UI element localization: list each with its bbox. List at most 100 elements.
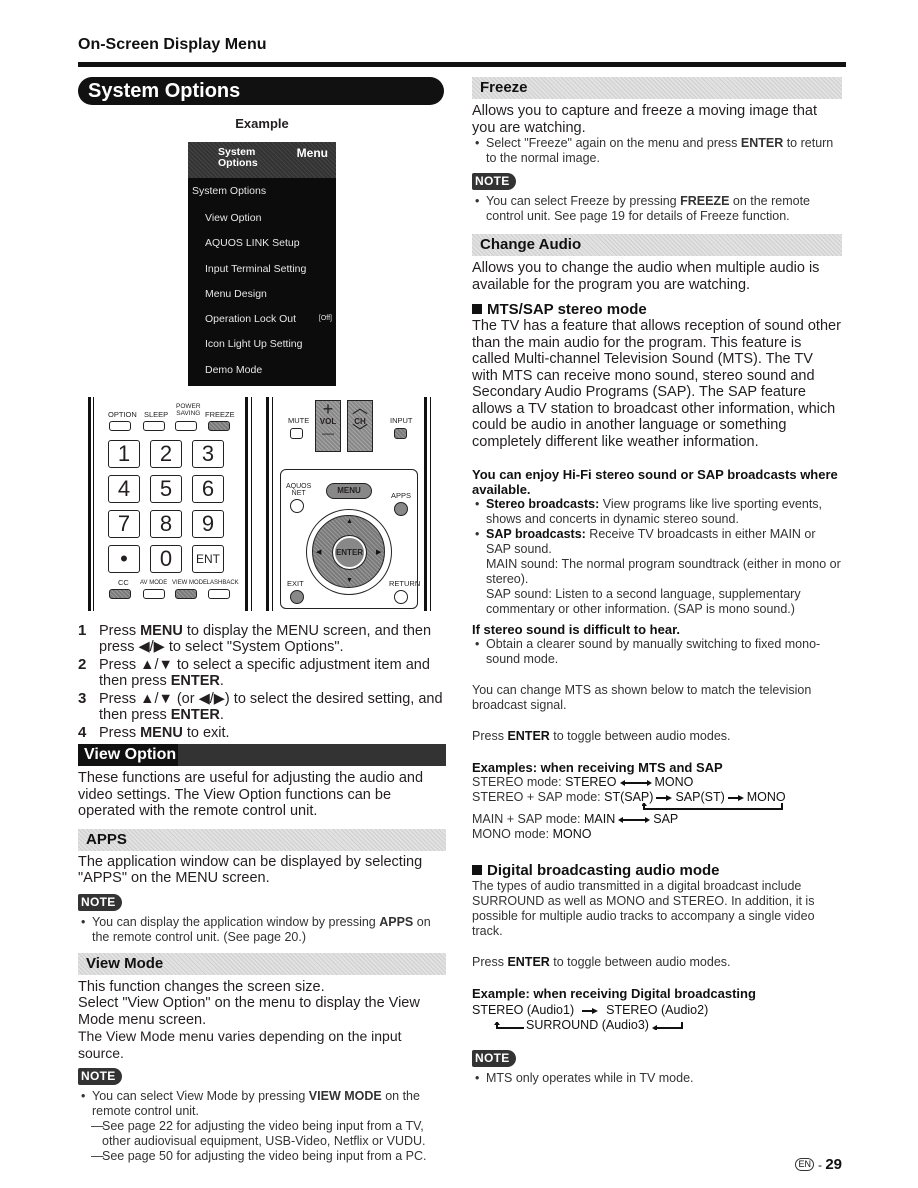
return-arrow-icon: [651, 1021, 683, 1030]
apps-note-text: You can display the application window b…: [92, 914, 380, 929]
difficult-heading: If stereo sound is difficult to hear.: [472, 622, 681, 637]
step-keyword: ENTER: [170, 673, 220, 689]
left-arrow-icon[interactable]: ◀: [316, 548, 321, 556]
flow-value: MAIN: [583, 812, 616, 826]
apps-note: You can display the application window b…: [78, 915, 446, 945]
right-arrow-icon: [727, 794, 744, 801]
osd-menu-item[interactable]: Operation Lock Out [Off]: [188, 307, 336, 332]
example-label: Example: [235, 116, 289, 131]
exit-button[interactable]: [290, 590, 304, 604]
osd-item-list: View Option AQUOS LINK Setup Input Termina…: [188, 206, 336, 383]
mute-label: MUTE: [288, 416, 310, 425]
view-mode-button[interactable]: [175, 589, 197, 599]
flow-value: STEREO: [565, 775, 617, 789]
freeze-note: You can select Freeze by pressing FREEZE…: [472, 194, 842, 224]
number-key[interactable]: ENT: [192, 545, 224, 573]
return-label: RETURN: [389, 579, 421, 588]
square-bullet-icon: [472, 865, 482, 875]
step-text: Press MENU to display the MENU screen, a…: [99, 623, 448, 655]
language-badge: EN: [795, 1158, 814, 1171]
view-mode-note-text: You can select View Mode by pressing: [92, 1089, 309, 1103]
right-arrow-icon: [582, 1007, 599, 1014]
osd-menu-item[interactable]: View Option: [188, 206, 336, 231]
option-label: OPTION: [108, 410, 137, 419]
right-arrow-icon: [656, 794, 673, 801]
flow-value: STEREO (Audio1): [472, 1003, 575, 1017]
apps-button[interactable]: [394, 502, 408, 516]
number-key[interactable]: 2: [150, 440, 182, 468]
step-item: 1 Press MENU to display the MENU screen, …: [78, 622, 448, 656]
flashback-button[interactable]: [208, 589, 230, 599]
section-header: On-Screen Display Menu: [78, 36, 267, 53]
freeze-button[interactable]: [208, 421, 230, 431]
stereo-sap-mode-flow: STEREO + SAP mode: ST(SAP) SAP(ST) MONO: [472, 790, 842, 812]
mute-button[interactable]: [290, 428, 303, 439]
number-key[interactable]: •: [108, 545, 140, 573]
aquos-net-label: AQUOS NET: [286, 483, 311, 497]
stereo-broadcasts-label: Stereo broadcasts:: [486, 497, 600, 511]
stereo-broadcasts-bullet: Stereo broadcasts: View programs like li…: [472, 497, 842, 527]
osd-menu-item[interactable]: AQUOS LINK Setup: [188, 231, 336, 256]
cc-label: CC: [118, 578, 129, 587]
remote-edge: [88, 397, 91, 611]
up-arrow-icon[interactable]: ▲: [346, 518, 353, 525]
loop-back-arrow-icon: [642, 803, 783, 810]
cc-button[interactable]: [109, 589, 131, 599]
number-key[interactable]: 0: [150, 545, 182, 573]
step-text-part: Press ▲/▼ (or ◀/▶) to select the desired…: [99, 691, 443, 723]
step-keyword: ENTER: [170, 707, 220, 723]
osd-menu-item-label: Menu Design: [205, 287, 267, 300]
number-key[interactable]: 1: [108, 440, 140, 468]
freeze-note-text: You can select Freeze by pressing: [486, 194, 681, 208]
view-mode-note-bold: VIEW MODE: [308, 1089, 382, 1103]
number-key[interactable]: 4: [108, 475, 140, 503]
av-mode-button[interactable]: [143, 589, 165, 599]
osd-menu-item[interactable]: Demo Mode: [188, 358, 336, 383]
right-column: Freeze Allows you to capture and freeze …: [472, 77, 842, 1086]
press-enter-pre: Press: [472, 729, 508, 743]
osd-menu-example: System Options Menu System Options View …: [188, 142, 336, 386]
change-audio-description: Allows you to change the audio when mult…: [472, 260, 820, 293]
power-saving-button[interactable]: [175, 421, 197, 431]
number-key[interactable]: 3: [192, 440, 224, 468]
channel-rocker[interactable]: ︿ CH ﹀: [347, 400, 373, 452]
power-saving-line1: POWER: [176, 403, 201, 410]
step-keyword: MENU: [140, 725, 183, 741]
enter-button[interactable]: ENTER: [332, 535, 367, 570]
osd-menu-item[interactable]: Input Terminal Setting: [188, 257, 336, 282]
right-arrow-icon[interactable]: ▶: [376, 548, 381, 556]
digital-example-heading: Example: when receiving Digital broadcas…: [472, 986, 756, 1001]
freeze-title: Freeze: [472, 77, 842, 99]
osd-menu-item[interactable]: Icon Light Up Setting: [188, 332, 336, 357]
mono-mode-flow: MONO mode: MONO: [472, 827, 842, 842]
step-number: 1: [78, 622, 87, 639]
step-item: 2 Press ▲/▼ to select a specific adjustme…: [78, 657, 448, 690]
number-key[interactable]: 8: [150, 510, 182, 538]
step-number: 4: [78, 724, 87, 741]
osd-menu-item[interactable]: Menu Design: [188, 282, 336, 307]
menu-button[interactable]: MENU: [326, 483, 372, 499]
number-key[interactable]: 9: [192, 510, 224, 538]
directional-pad[interactable]: ▲ ▼ ◀ ▶ ENTER: [306, 509, 392, 595]
number-key[interactable]: 6: [192, 475, 224, 503]
input-button[interactable]: [394, 428, 407, 439]
digital-flow-row1: STEREO (Audio1) STEREO (Audio2): [472, 1003, 842, 1018]
freeze-description: Allows you to capture and freeze a movin…: [472, 103, 817, 136]
sleep-button[interactable]: [143, 421, 165, 431]
view-mode-line1: This function changes the screen size.: [78, 978, 325, 995]
option-button[interactable]: [109, 421, 131, 431]
return-button[interactable]: [394, 590, 408, 604]
volume-rocker[interactable]: + VOL —: [315, 400, 341, 452]
freeze-bullet-text: Select "Freeze" again on the menu and pr…: [486, 136, 741, 150]
down-arrow-icon[interactable]: ▼: [346, 577, 353, 584]
vol-label: VOL: [319, 417, 337, 426]
flow-value: MONO: [552, 827, 592, 841]
mts-examples-heading: Examples: when receiving MTS and SAP: [472, 760, 723, 775]
number-key[interactable]: 5: [150, 475, 182, 503]
flow-value: SAP: [653, 812, 679, 826]
flow-value: ST(SAP): [604, 790, 654, 804]
vol-minus-icon: —: [322, 426, 334, 440]
aquos-net-button[interactable]: [290, 499, 304, 513]
number-key[interactable]: 7: [108, 510, 140, 538]
view-mode-title: View Mode: [78, 952, 446, 975]
